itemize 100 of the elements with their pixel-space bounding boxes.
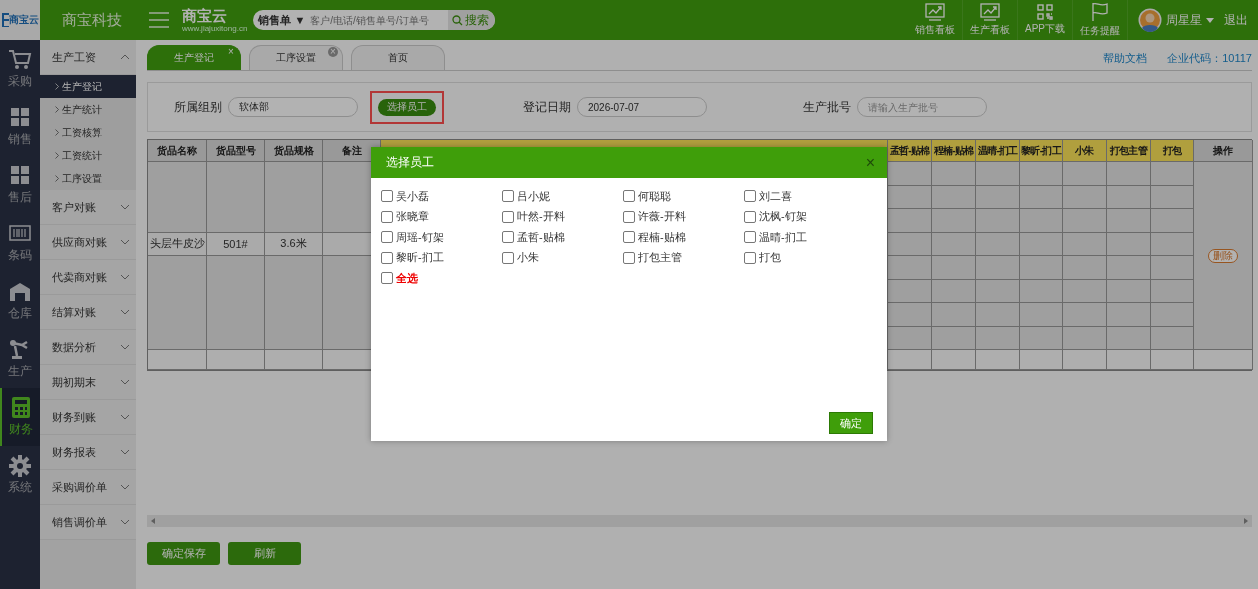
staff-checkbox[interactable]: 何聪聪 [623,186,671,207]
table-cell [976,185,1020,209]
staff-checkbox[interactable]: 打包 [744,247,781,268]
staff-checkbox[interactable]: 叶然-开料 [502,206,565,227]
staff-checkbox[interactable]: 程楠-贴棉 [623,227,686,248]
staff-checkbox[interactable]: 吕小妮 [502,186,550,207]
chart-icon [925,3,945,21]
chevron-right-icon [55,175,59,182]
column-header: 货品型号 [207,140,265,162]
table-cell [1063,326,1107,350]
chevron-down-icon [120,309,130,315]
nav-item[interactable]: 售后 [0,156,40,214]
blocks-icon [8,106,32,129]
staff-checkbox[interactable]: 黎昕-扪工 [381,247,444,268]
tab[interactable]: 首页 [351,45,445,70]
scroll-right-icon [1244,518,1248,524]
table-cell [1020,209,1063,233]
select-staff-button[interactable]: 选择员工 [378,98,436,116]
column-header: 操作 [1194,140,1253,162]
field-label: 登记日期 [523,98,571,116]
action-button[interactable]: 刷新 [228,542,301,565]
nav-item[interactable]: 系统 [0,446,40,504]
table-cell [976,232,1020,256]
chevron-down-icon [120,239,130,245]
table-cell [932,232,976,256]
search-icon [452,14,464,26]
table-cell [1107,232,1151,256]
select-all-checkbox[interactable]: 全选 [381,268,418,289]
table-cell [1107,256,1151,280]
table-cell [932,256,976,280]
table-cell [932,209,976,233]
staff-checkbox[interactable]: 打包主管 [623,247,682,268]
nav-item[interactable]: 采购 [0,40,40,98]
staff-checkbox[interactable]: 沈枫-钉架 [744,206,807,227]
avatar-icon [1138,8,1162,32]
nav-item[interactable]: 销售 [0,98,40,156]
table-cell [1107,209,1151,233]
chevron-down-icon [120,344,130,350]
table-cell: 头层牛皮沙 [148,232,207,256]
column-header: 打包主管 [1107,140,1151,162]
nav-item[interactable]: 财务 [0,388,40,446]
table-cell [976,209,1020,233]
table-cell [932,303,976,327]
field-label: 所属组别 [174,98,222,116]
chevron-up-icon [120,54,130,60]
search-type-dropdown[interactable]: 销售单 ▼ [253,12,311,28]
staff-checkbox[interactable]: 刘二喜 [744,186,792,207]
menu-icon [148,11,170,29]
table-cell [1107,185,1151,209]
date-field[interactable]: 2026-07-07 [577,97,707,117]
chevron-down-icon [120,449,130,455]
chevron-down-icon [120,274,130,280]
horizontal-scrollbar[interactable] [147,515,1252,527]
staff-checkbox[interactable]: 吴小磊 [381,186,429,207]
group-field[interactable]: 软体部 [228,97,358,117]
confirm-button[interactable]: 确定 [829,412,873,434]
staff-checkbox[interactable]: 孟哲-贴棉 [502,227,565,248]
chevron-right-icon [55,83,59,90]
staff-checkbox[interactable]: 温晴-扪工 [744,227,807,248]
chevron-right-icon [55,152,59,159]
staff-checkbox[interactable]: 张晓章 [381,206,429,227]
tab[interactable]: 工序设置 × [249,45,343,70]
staff-checkbox[interactable]: 小朱 [502,247,539,268]
chevron-down-icon [120,519,130,525]
field-label: 生产批号 [803,98,851,116]
table-cell [148,350,207,370]
table-cell [1151,350,1194,370]
table-cell [976,162,1020,186]
staff-checkbox[interactable]: 周瑶-钉架 [381,227,444,248]
column-header: 货品名称 [148,140,207,162]
table-cell [932,279,976,303]
menu-item[interactable]: 工资统计 [40,144,136,167]
dialog-title: 选择员工 [386,154,434,171]
scroll-left-icon [151,518,155,524]
menu-item[interactable]: 生产统计 [40,98,136,121]
staff-checkbox[interactable]: 许薇-开料 [623,206,686,227]
menu-item[interactable]: 生产登记 [40,75,136,98]
table-cell [1107,279,1151,303]
table-cell [265,350,323,370]
logo: 商宝云 [0,0,40,40]
chevron-right-icon [55,129,59,136]
nav-item[interactable]: 条码 [0,214,40,272]
menu-item[interactable]: 工资核算 [40,121,136,144]
calculator-icon [9,396,33,419]
table-cell [976,350,1020,370]
table-cell [1020,350,1063,370]
nav-item[interactable]: 仓库 [0,272,40,330]
chevron-down-icon [120,204,130,210]
chevron-right-icon [55,106,59,113]
menu-item[interactable]: 工序设置 [40,167,136,190]
column-header: 温晴-扪工 [976,140,1020,162]
batch-field[interactable]: 请输入生产批号 [857,97,987,117]
table-cell [1063,209,1107,233]
chevron-down-icon [120,414,130,420]
table-cell: 3.6米 [265,232,323,256]
column-header: 小朱 [1063,140,1107,162]
help-link[interactable]: 帮助文档 [1103,51,1148,66]
table-cell [932,326,976,350]
nav-item[interactable]: 生产 [0,330,40,388]
search-field[interactable]: 销售单 ▼ 客户/电话/销售单号/订单号 搜索 [253,10,496,30]
